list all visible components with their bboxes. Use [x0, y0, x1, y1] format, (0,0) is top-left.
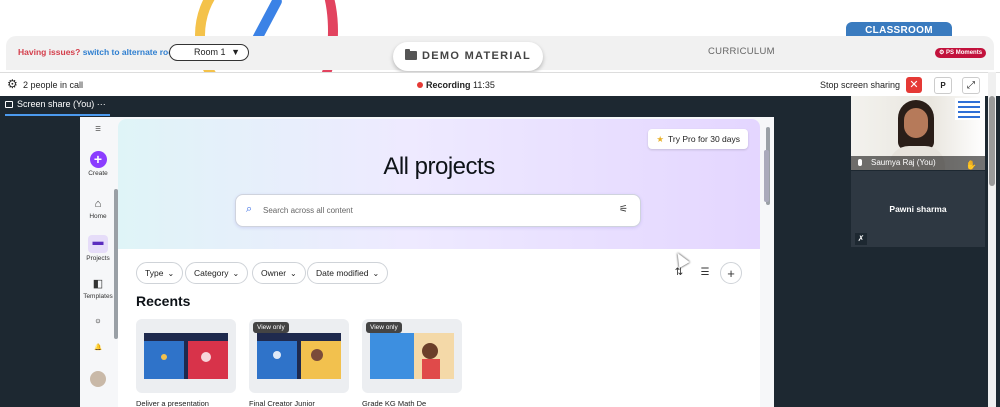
canva-sidebar: ☰ + Create ⌂ Home ▬ Projects ◧ Templates…	[80, 117, 116, 407]
participant-name-bar: Saumya Raj (You) ✋	[851, 156, 985, 170]
issue-text: Having issues?	[18, 47, 81, 57]
recording-dot-icon	[417, 82, 423, 88]
home-icon: ⌂	[94, 198, 102, 210]
projects-hero: ★ Try Pro for 30 days All projects ⌕ Sear…	[118, 119, 760, 249]
chevron-down-icon: ⌄	[167, 269, 175, 278]
app-window: CLASSROOM Having issues? switch to alter…	[0, 0, 1000, 407]
create-button[interactable]: + Create	[80, 151, 116, 177]
search-input[interactable]: ⌕ Search across all content ⚟	[235, 194, 641, 227]
view-only-badge: View only	[253, 322, 289, 333]
bell-icon[interactable]: 🔔	[80, 343, 116, 351]
stop-sharing-label: Stop screen sharing	[820, 80, 901, 90]
screen-icon	[5, 101, 13, 108]
ps-moments-label: PS Moments	[946, 50, 983, 56]
alternate-room-link[interactable]: switch to alternate room	[83, 47, 181, 57]
participant-tile[interactable]: Pawni sharma ✗	[851, 171, 985, 247]
design-card[interactable]: View only	[249, 319, 349, 393]
people-count: 2 people in call	[23, 80, 84, 90]
active-tab-underline	[5, 114, 110, 116]
participant-face	[904, 108, 928, 138]
page-title: All projects	[383, 153, 495, 180]
design-card[interactable]: View only	[362, 319, 462, 393]
demo-material-button[interactable]: DEMO MATERIAL	[393, 42, 543, 71]
demo-material-label: DEMO MATERIAL	[422, 50, 531, 62]
search-icon: ⌕	[246, 203, 253, 215]
chevron-down-icon: ⌄	[372, 269, 380, 278]
home-label: Home	[89, 213, 107, 220]
participant-name: Saumya Raj (You)	[871, 158, 936, 167]
filter-owner[interactable]: Owner ⌄	[252, 262, 306, 284]
chevron-down-icon: ⌄	[290, 269, 297, 278]
filter-sliders-icon[interactable]: ⚟	[619, 204, 628, 215]
menu-icon[interactable]: ☰	[80, 125, 116, 133]
sidebar-item-home[interactable]: ⌂ Home	[80, 197, 116, 220]
ps-moments-badge[interactable]: ⚙ PS Moments	[935, 48, 987, 58]
wall-paper-note	[955, 98, 983, 120]
filter-date-modified[interactable]: Date modified ⌄	[307, 262, 389, 284]
call-bar: ⚙ 2 people in call Recording 11:35 Stop …	[0, 72, 1000, 96]
list-view-icon[interactable]: ☰	[694, 262, 716, 284]
card-title[interactable]: Grade KG Math De	[362, 399, 426, 407]
more-options-icon[interactable]: ···	[97, 99, 106, 109]
chevron-down-icon: ▼	[231, 47, 240, 57]
screen-share-label: Screen share (You)	[17, 99, 95, 109]
stop-sharing-button[interactable]: ✕	[906, 77, 922, 93]
hand-icon: ✋	[965, 160, 977, 170]
try-pro-label: Try Pro for 30 days	[668, 134, 740, 144]
folder-icon	[405, 49, 418, 60]
gear-icon[interactable]: ⚙	[7, 78, 18, 90]
plus-icon: +	[89, 151, 107, 168]
filter-owner-label: Owner	[261, 268, 287, 278]
curriculum-tab[interactable]: CURRICULUM	[708, 46, 775, 57]
participant-tile-self[interactable]: Saumya Raj (You) ✋	[851, 96, 985, 170]
projects-label: Projects	[86, 255, 110, 262]
share-scrollbar[interactable]	[764, 150, 769, 202]
templates-label: Templates	[83, 293, 113, 300]
sidebar-item-templates[interactable]: ◧ Templates	[80, 277, 116, 300]
card-title[interactable]: Deliver a presentation	[136, 399, 209, 407]
shared-canva-window: ☰ + Create ⌂ Home ▬ Projects ◧ Templates…	[80, 117, 774, 407]
apps-icon[interactable]: ⊙	[80, 317, 116, 325]
search-placeholder: Search across all content	[263, 206, 353, 215]
projects-page: ★ Try Pro for 30 days All projects ⌕ Sear…	[118, 119, 760, 407]
filter-date-label: Date modified	[316, 268, 369, 278]
sidebar-item-projects[interactable]: ▬ Projects	[80, 235, 116, 262]
add-icon[interactable]: +	[720, 262, 742, 284]
window-scrollbar[interactable]	[989, 96, 995, 186]
view-only-badge: View only	[366, 322, 402, 333]
try-pro-button[interactable]: ★ Try Pro for 30 days	[648, 129, 748, 149]
design-card[interactable]	[136, 319, 236, 393]
room-select-value: Room 1	[194, 47, 226, 57]
room-select[interactable]: Room 1 ▼	[169, 44, 249, 61]
design-thumbnail	[257, 333, 341, 379]
filter-type-label: Type	[145, 268, 164, 278]
recording-time: 11:35	[473, 80, 495, 90]
filter-category[interactable]: Category ⌄	[185, 262, 249, 284]
mic-icon	[858, 159, 862, 166]
issue-help: Having issues? switch to alternate room	[18, 47, 181, 57]
screen-share-tab[interactable]: Screen share (You) ···	[5, 99, 106, 109]
filter-category-label: Category	[194, 268, 229, 278]
p-button[interactable]: P	[934, 77, 952, 94]
participant-name: Pawni sharma	[889, 204, 947, 214]
recording-indicator: Recording 11:35	[417, 80, 495, 90]
star-icon: ★	[656, 134, 665, 144]
recording-label: Recording	[426, 80, 471, 90]
mic-off-icon: ✗	[855, 233, 867, 245]
filter-type[interactable]: Type ⌄	[136, 262, 184, 284]
chevron-down-icon: ⌄	[232, 269, 240, 278]
design-thumbnail	[370, 333, 454, 379]
folder-icon: ▬	[88, 235, 108, 253]
recents-heading: Recents	[136, 293, 191, 309]
design-thumbnail	[144, 333, 228, 379]
expand-icon[interactable]: ⤢	[962, 77, 980, 94]
templates-icon: ◧	[92, 278, 104, 290]
avatar[interactable]	[80, 371, 116, 389]
card-title[interactable]: Final Creator Junior	[249, 399, 315, 407]
create-label: Create	[88, 170, 108, 177]
